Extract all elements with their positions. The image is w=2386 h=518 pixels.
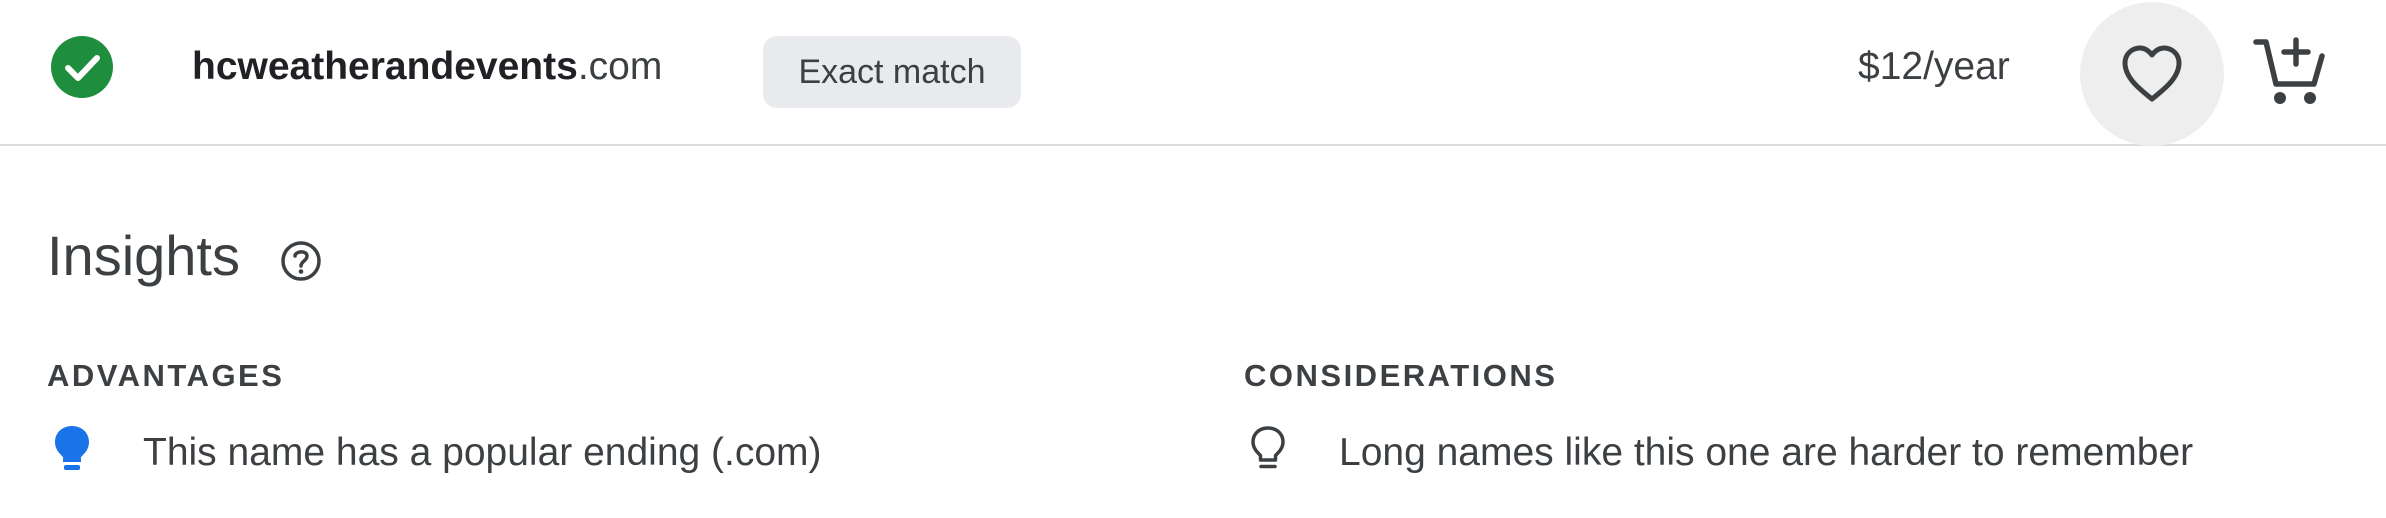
domain-result-row: hcweatherandevents.com Exact match $12/y… — [0, 0, 2386, 146]
insights-title: Insights — [47, 224, 240, 287]
add-to-cart-button[interactable] — [2252, 32, 2332, 112]
heart-icon — [2122, 45, 2182, 102]
lightbulb-filled-icon — [55, 426, 89, 470]
lightbulb-outline-icon — [1251, 426, 1285, 469]
domain-sld: hcweatherandevents — [192, 45, 578, 88]
add-shopping-cart-icon — [2253, 37, 2325, 104]
domain-tld: .com — [577, 45, 663, 88]
check-circle-icon — [51, 36, 113, 98]
favorite-button[interactable] — [2080, 2, 2224, 146]
considerations-heading: CONSIDERATIONS — [1244, 358, 1558, 393]
help-circle-icon[interactable] — [280, 240, 322, 282]
domain-name: hcweatherandevents.com — [192, 42, 662, 92]
domain-price: $12/year — [1858, 45, 2010, 88]
consideration-item: Long names like this one are harder to r… — [1339, 431, 2194, 474]
advantages-heading: ADVANTAGES — [47, 358, 285, 393]
advantage-item: This name has a popular ending (.com) — [143, 431, 822, 474]
exact-match-badge: Exact match — [763, 36, 1021, 108]
